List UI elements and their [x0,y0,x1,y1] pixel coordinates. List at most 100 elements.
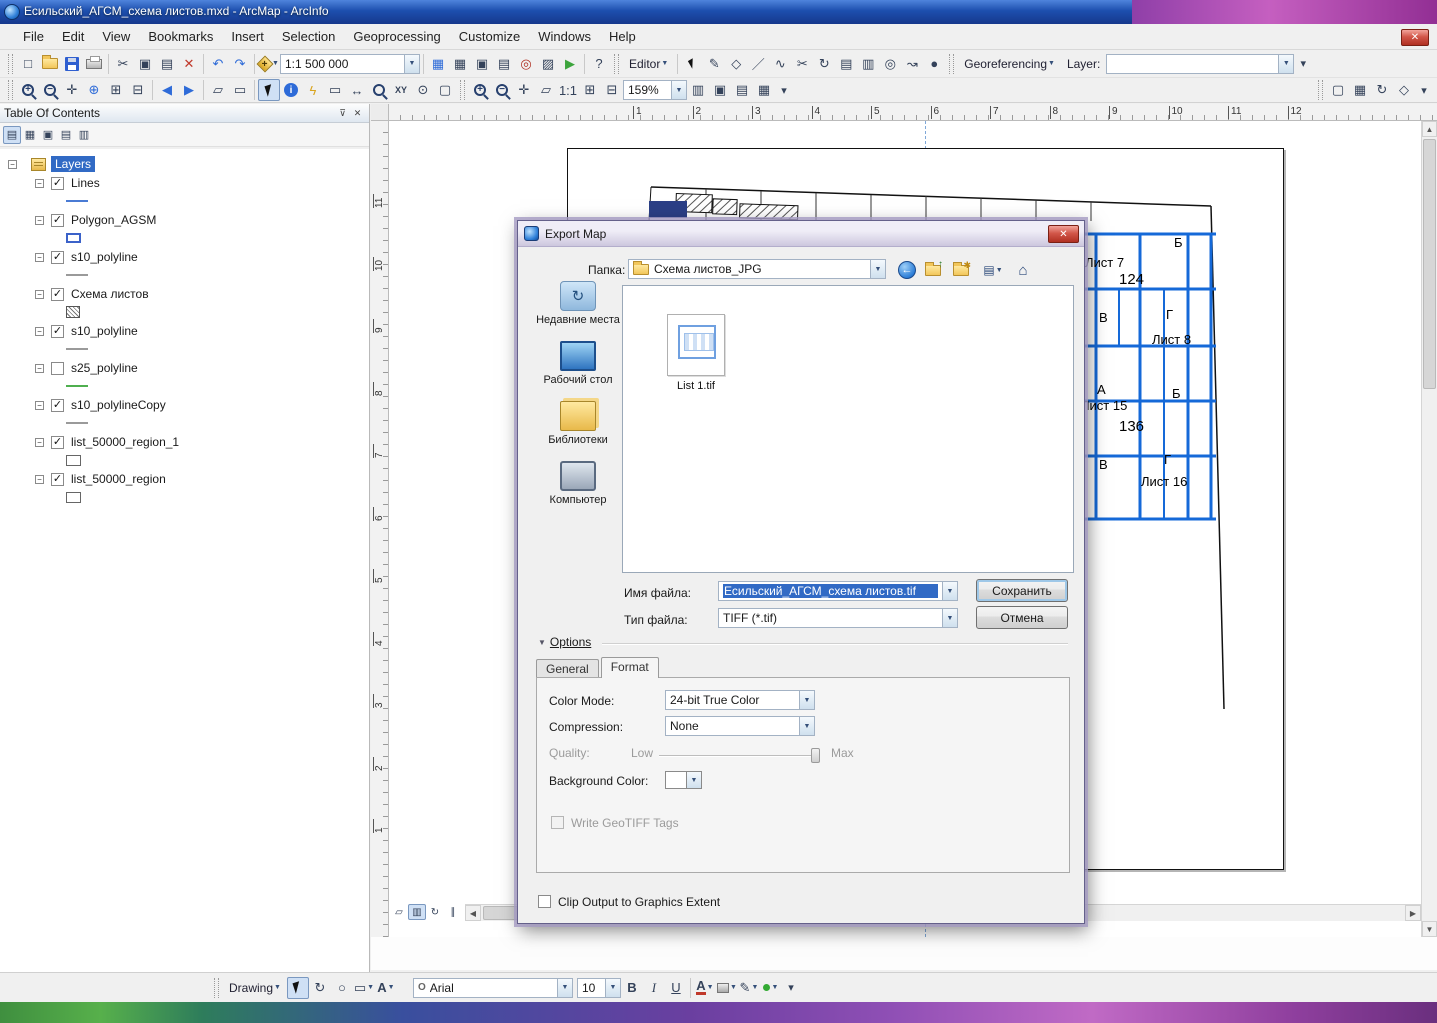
layer-symbol[interactable] [0,451,369,469]
menu-windows[interactable]: Windows [529,26,600,47]
back-extent-icon[interactable]: ◀ [156,79,178,101]
refresh-view-icon[interactable]: ↻ [426,904,444,920]
save-icon[interactable] [61,53,83,75]
save-button[interactable]: Сохранить [976,579,1068,602]
rotate-element-icon[interactable]: ↻ [309,977,331,999]
list-by-source-icon[interactable]: ▦ [21,126,39,144]
georef-link-table-icon[interactable]: ▦ [1349,79,1371,101]
list-by-selection-icon[interactable]: ▤ [57,126,75,144]
georef-viewer-icon[interactable]: ▢ [1327,79,1349,101]
menu-help[interactable]: Help [600,26,645,47]
hyperlink-icon[interactable]: ϟ [302,79,324,101]
menu-edit[interactable]: Edit [53,26,93,47]
rotate-tool-icon[interactable]: ↻ [813,53,835,75]
toolbar-grip[interactable] [460,80,465,100]
layer-visibility-checkbox[interactable]: ✓ [51,325,64,338]
html-popup-icon[interactable]: ▭ [324,79,346,101]
zoom-out-icon[interactable]: − [39,79,61,101]
layer-symbol[interactable] [0,303,369,321]
layer-symbol[interactable] [0,377,369,395]
redo-icon[interactable]: ↷ [229,53,251,75]
toc-layer-s10_polyline[interactable]: −✓s10_polyline [0,322,369,340]
fill-color-button[interactable]: ▼ [716,977,738,999]
whats-this-icon[interactable]: ? [588,53,610,75]
add-data-icon[interactable]: +▼ [258,53,280,75]
folder-combo[interactable]: Схема листов_JPG ▼ [628,259,886,279]
layer-symbol[interactable] [0,488,369,506]
editor-toolbar-icon[interactable]: ▦ [427,53,449,75]
delete-icon[interactable]: ✕ [178,53,200,75]
select-features-icon[interactable]: ▱ [207,79,229,101]
layout-zoom-in-icon[interactable]: + [469,79,491,101]
toc-layer-Lines[interactable]: −✓Lines [0,174,369,192]
toolbar-grip[interactable] [8,54,13,74]
select-elements-icon[interactable] [287,977,309,999]
menu-geoprocessing[interactable]: Geoprocessing [344,26,449,47]
fixed-zoom-out-icon[interactable]: ⊟ [127,79,149,101]
file-item[interactable]: List 1.tif [649,314,743,392]
toc-layer-list_50000_region[interactable]: −✓list_50000_region [0,470,369,488]
drawing-menu-button[interactable]: Drawing▼ [223,979,287,997]
collapse-icon[interactable]: − [35,364,44,373]
target-icon[interactable]: ◎ [879,53,901,75]
layer-visibility-checkbox[interactable]: ✓ [51,399,64,412]
place-item[interactable]: Рабочий стол [532,341,624,387]
toc-layer-s10_polylineCopy[interactable]: −✓s10_polylineCopy [0,396,369,414]
collapse-icon[interactable]: − [35,179,44,188]
layer-symbol[interactable] [0,266,369,284]
toolbar-grip[interactable] [214,978,219,998]
focus-data-frame-icon[interactable]: ▣ [709,79,731,101]
tab-format[interactable]: Format [601,657,659,678]
layer-symbol[interactable] [0,340,369,358]
background-color-swatch[interactable] [665,771,687,789]
toc-layer-Polygon_AGSM[interactable]: −✓Polygon_AGSM [0,211,369,229]
snapping-icon[interactable]: ▥ [857,53,879,75]
editor-menu-button[interactable]: Editor▼ [623,55,674,73]
vertical-scrollbar[interactable]: ▲ ▼ [1421,121,1437,937]
marker-color-button[interactable]: ▼ [760,977,782,999]
cut-icon[interactable]: ✂ [112,53,134,75]
layout-window-icon[interactable]: ▣ [471,53,493,75]
options-expander[interactable]: ▼ Options [538,635,591,649]
toc-header[interactable]: Table Of Contents ⊽ ✕ [0,104,369,123]
list-by-drawing-order-icon[interactable]: ▤ [3,126,21,144]
font-size-combo[interactable]: 10▼ [577,978,621,998]
layer-visibility-checkbox[interactable]: ✓ [51,251,64,264]
menu-insert[interactable]: Insert [222,26,273,47]
layer-visibility-checkbox[interactable]: ✓ [51,177,64,190]
collapse-icon[interactable]: − [35,216,44,225]
split-tool-icon[interactable]: ✂ [791,53,813,75]
go-to-xy-icon[interactable]: XY [390,79,412,101]
zoom-in-icon[interactable]: + [17,79,39,101]
collapse-icon[interactable]: − [35,401,44,410]
scroll-right-icon[interactable]: ▶ [1405,905,1421,921]
scrollbar-thumb[interactable] [1423,139,1436,389]
menu-view[interactable]: View [93,26,139,47]
toc-options-icon[interactable]: ▥ [75,126,93,144]
layer-visibility-checkbox[interactable] [51,362,64,375]
up-one-level-button[interactable]: ↑ [922,259,944,281]
georeferencing-menu-button[interactable]: Georeferencing▼ [958,55,1061,73]
close-icon[interactable]: ✕ [350,106,365,120]
menu-file[interactable]: File [14,26,53,47]
collapse-icon[interactable]: − [35,438,44,447]
layout-view-icon[interactable]: ▥ [408,904,426,920]
collapse-icon[interactable]: − [8,160,17,169]
tab-general[interactable]: General [536,659,599,678]
layout-pan-icon[interactable]: ✛ [513,79,535,101]
zoom-100-icon[interactable]: 1:1 [557,79,579,101]
toolbar-grip[interactable] [8,80,13,100]
segment-tool-icon[interactable]: ／ [747,53,769,75]
layout-zoom-out-icon[interactable]: − [491,79,513,101]
toolbar-overflow-icon[interactable]: ▾ [1294,55,1312,73]
forward-extent-icon[interactable]: ▶ [178,79,200,101]
line-color-button[interactable]: ✎▼ [738,977,760,999]
menu-bookmarks[interactable]: Bookmarks [139,26,222,47]
layer-visibility-checkbox[interactable]: ✓ [51,214,64,227]
data-view-icon[interactable]: ▱ [390,904,408,920]
open-icon[interactable] [39,53,61,75]
toc-layer-s25_polyline[interactable]: −s25_polyline [0,359,369,377]
underline-button[interactable]: U [665,977,687,999]
dialog-title-bar[interactable]: Export Map [518,221,1084,247]
viewer-window-icon[interactable]: ▢ [434,79,456,101]
